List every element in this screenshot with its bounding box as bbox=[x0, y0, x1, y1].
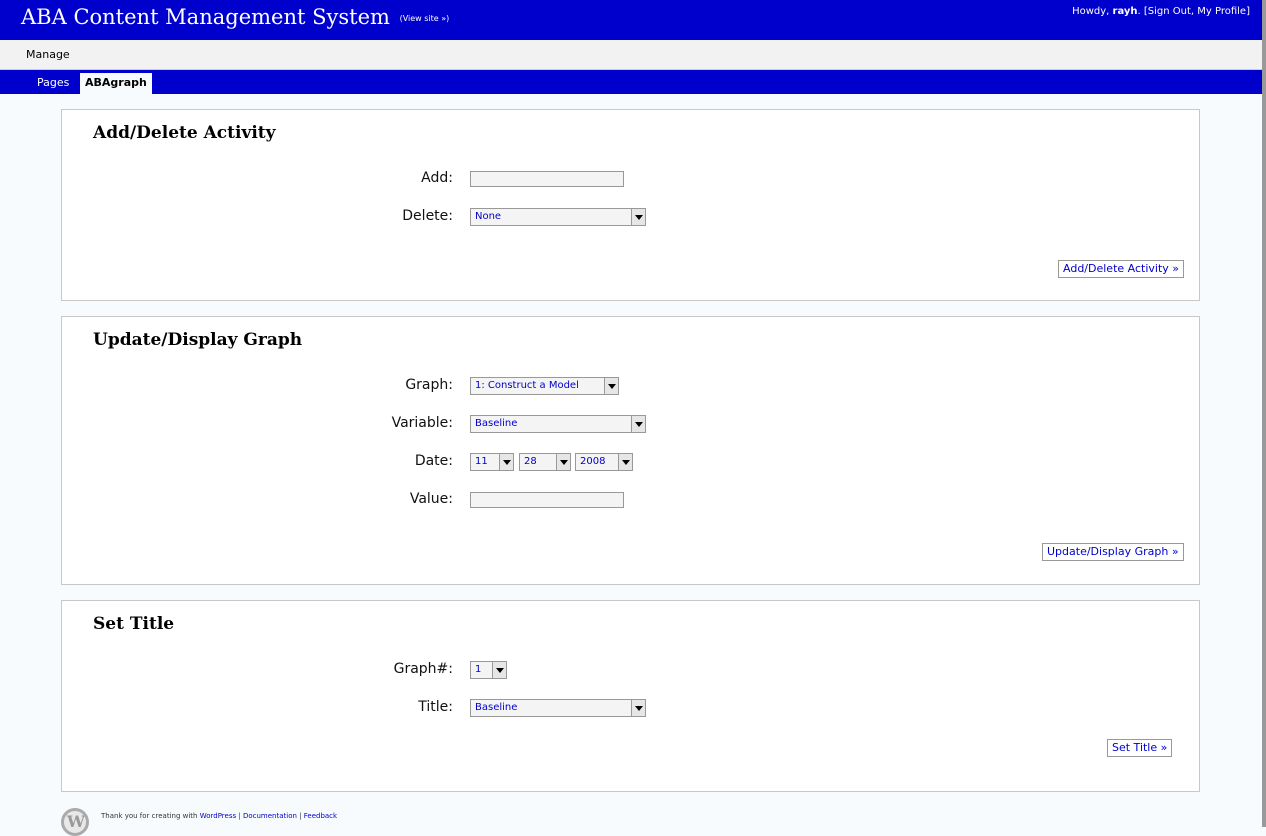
delete-selected-value: None bbox=[475, 211, 502, 222]
month-selected-value: 11 bbox=[475, 456, 488, 467]
title-select[interactable]: Baseline bbox=[470, 699, 646, 717]
tab-abagraph[interactable]: ABAgraph bbox=[80, 73, 152, 94]
variable-label: Variable: bbox=[391, 415, 453, 431]
graph-number-label: Graph#: bbox=[393, 661, 453, 677]
set-title-heading: Set Title bbox=[93, 614, 175, 634]
site-title: ABA Content Management System (View site… bbox=[21, 5, 449, 29]
footer-separator: | bbox=[238, 812, 241, 820]
chevron-down-icon bbox=[556, 454, 570, 470]
date-label: Date: bbox=[414, 453, 453, 469]
graph-number-select[interactable]: 1 bbox=[470, 661, 507, 679]
graph-selected-value: 1: Construct a Model bbox=[475, 380, 579, 391]
title-label: Title: bbox=[418, 699, 453, 715]
update-display-graph-button[interactable]: Update/Display Graph » bbox=[1042, 543, 1184, 561]
wordpress-logo-icon: W bbox=[61, 808, 89, 836]
update-display-heading: Update/Display Graph bbox=[93, 330, 303, 350]
window-right-edge bbox=[1262, 0, 1266, 827]
day-selected-value: 28 bbox=[524, 456, 537, 467]
add-delete-panel: Add/Delete Activity Add: Delete: None Ad… bbox=[61, 109, 1200, 301]
update-display-panel: Update/Display Graph Graph: 1: Construct… bbox=[61, 316, 1200, 585]
footer-text: Thank you for creating with WordPress | … bbox=[101, 812, 337, 820]
value-input[interactable] bbox=[470, 492, 624, 508]
view-site-link[interactable]: (View site ») bbox=[400, 14, 450, 23]
graph-select[interactable]: 1: Construct a Model bbox=[470, 377, 619, 395]
delete-activity-select[interactable]: None bbox=[470, 208, 646, 226]
delete-label: Delete: bbox=[402, 208, 453, 224]
month-select[interactable]: 11 bbox=[470, 453, 514, 471]
add-activity-input[interactable] bbox=[470, 171, 624, 187]
tab-pages[interactable]: Pages bbox=[37, 76, 69, 89]
footer: W Thank you for creating with WordPress … bbox=[61, 806, 461, 836]
chevron-down-icon bbox=[618, 454, 632, 470]
graph-label: Graph: bbox=[405, 377, 453, 393]
chevron-down-icon bbox=[631, 416, 645, 432]
user-info: Howdy, rayh. [Sign Out, My Profile] bbox=[1072, 6, 1250, 17]
account-links[interactable]: . [Sign Out, My Profile] bbox=[1138, 6, 1250, 17]
howdy-text: Howdy, bbox=[1072, 6, 1110, 17]
chevron-down-icon bbox=[631, 209, 645, 225]
title-selected-value: Baseline bbox=[475, 702, 518, 713]
username: rayh bbox=[1112, 6, 1138, 17]
footer-separator: | bbox=[299, 812, 302, 820]
add-delete-heading: Add/Delete Activity bbox=[93, 123, 276, 143]
variable-selected-value: Baseline bbox=[475, 418, 518, 429]
chevron-down-icon bbox=[604, 378, 618, 394]
day-select[interactable]: 28 bbox=[519, 453, 571, 471]
wordpress-link[interactable]: WordPress bbox=[200, 812, 236, 820]
chevron-down-icon bbox=[499, 454, 513, 470]
documentation-link[interactable]: Documentation bbox=[243, 812, 297, 820]
chevron-down-icon bbox=[492, 662, 506, 678]
admin-header: ABA Content Management System (View site… bbox=[0, 0, 1262, 40]
add-label: Add: bbox=[421, 170, 453, 186]
feedback-link[interactable]: Feedback bbox=[304, 812, 337, 820]
nav-item-manage[interactable]: Manage bbox=[26, 48, 70, 61]
set-title-button[interactable]: Set Title » bbox=[1107, 739, 1173, 757]
year-selected-value: 2008 bbox=[580, 456, 606, 467]
footer-thanks: Thank you for creating with bbox=[101, 812, 198, 820]
graph-number-selected-value: 1 bbox=[475, 664, 482, 675]
value-label: Value: bbox=[409, 491, 453, 507]
site-title-text: ABA Content Management System bbox=[21, 5, 390, 29]
set-title-panel: Set Title Graph#: 1 Title: Baseline Set … bbox=[61, 600, 1200, 792]
sub-nav: Pages ABAgraph bbox=[0, 70, 1262, 94]
variable-select[interactable]: Baseline bbox=[470, 415, 646, 433]
year-select[interactable]: 2008 bbox=[575, 453, 633, 471]
chevron-down-icon bbox=[631, 700, 645, 716]
main-nav: Manage bbox=[0, 40, 1262, 70]
add-delete-activity-button[interactable]: Add/Delete Activity » bbox=[1058, 260, 1185, 278]
